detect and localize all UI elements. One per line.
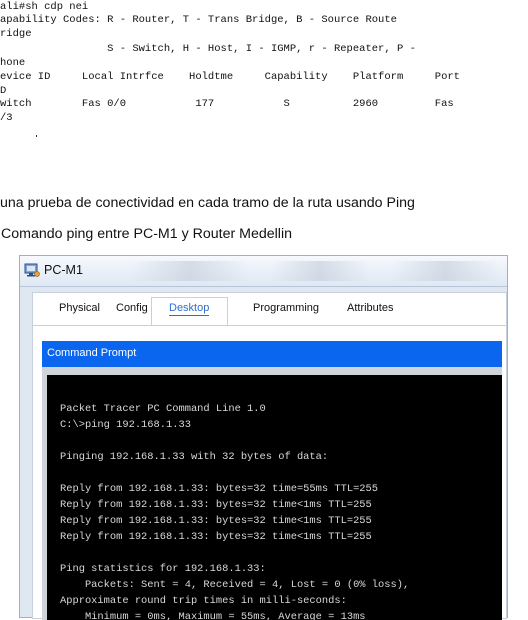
tab-config[interactable]: Config xyxy=(116,302,148,314)
paragraph-text: una prueba de conectividad en cada tramo… xyxy=(0,195,415,211)
window-title: PC-M1 xyxy=(44,263,83,277)
command-prompt-title: Command Prompt xyxy=(47,347,137,359)
cli-line: /3 xyxy=(0,112,13,124)
console-line: Reply from 192.168.1.33: bytes=32 time=5… xyxy=(60,483,379,495)
window-body: Physical Config Desktop Programming Attr… xyxy=(32,292,507,620)
tab-physical[interactable]: Physical xyxy=(59,302,100,314)
cli-line: hone xyxy=(0,57,26,69)
packet-tracer-window: PC-M1 Physical Config Desktop Programmin… xyxy=(19,255,508,620)
tab-programming[interactable]: Programming xyxy=(253,302,319,314)
cli-line: S - Switch, H - Host, I - IGMP, r - Repe… xyxy=(0,43,416,55)
tab-bar: Physical Config Desktop Programming Attr… xyxy=(33,293,506,326)
command-prompt-header: Command Prompt xyxy=(42,341,502,367)
cli-line: evice ID Local Intrfce Holdtme Capabilit… xyxy=(0,71,460,83)
console-line: Ping statistics for 192.168.1.33: xyxy=(60,563,266,575)
console-line: Reply from 192.168.1.33: bytes=32 time<1… xyxy=(60,531,372,543)
console-line: Approximate round trip times in milli-se… xyxy=(60,595,347,607)
window-titlebar[interactable]: PC-M1 xyxy=(20,256,507,287)
console-line: Reply from 192.168.1.33: bytes=32 time<1… xyxy=(60,515,372,527)
tab-attributes[interactable]: Attributes xyxy=(347,302,393,314)
console-line: Packets: Sent = 4, Received = 4, Lost = … xyxy=(60,579,410,591)
figure-caption: Comando ping entre PC-M1 y Router Medell… xyxy=(1,226,292,242)
console-line: Packet Tracer PC Command Line 1.0 xyxy=(60,403,266,415)
command-console[interactable]: Packet Tracer PC Command Line 1.0 C:\>pi… xyxy=(47,375,502,620)
text-cursor xyxy=(36,135,37,137)
cli-line: witch Fas 0/0 177 S 2960 Fas xyxy=(0,98,454,110)
cli-output: ali#sh cdp nei apability Codes: R - Rout… xyxy=(0,0,528,156)
console-line: Pinging 192.168.1.33 with 32 bytes of da… xyxy=(60,451,329,463)
console-line: Minimum = 0ms, Maximum = 55ms, Average =… xyxy=(60,611,366,620)
console-line: Reply from 192.168.1.33: bytes=32 time<1… xyxy=(60,499,372,511)
pc-monitor-icon xyxy=(24,263,40,277)
tab-desktop[interactable]: Desktop xyxy=(169,302,210,316)
cli-line: apability Codes: R - Router, T - Trans B… xyxy=(0,14,397,26)
console-line: C:\>ping 192.168.1.33 xyxy=(60,419,191,431)
cli-line: ridge xyxy=(0,28,32,40)
